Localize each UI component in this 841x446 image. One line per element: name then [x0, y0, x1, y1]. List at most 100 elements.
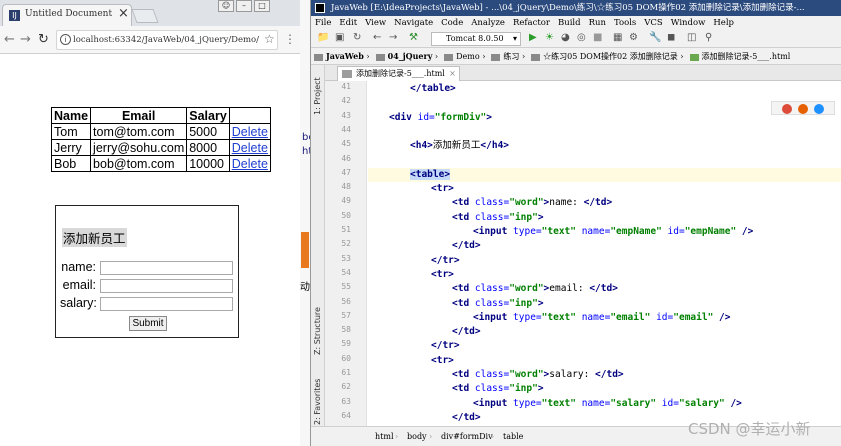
search-icon[interactable]: ⚲ [705, 32, 712, 43]
menu-help[interactable]: Help [709, 16, 738, 28]
wrench-icon[interactable]: 🔧 [649, 32, 661, 43]
table-row: Tom tom@tom.com 5000 Delete [50, 123, 271, 140]
project-tool-tab[interactable]: 1: Project [313, 77, 322, 115]
breadcrumb-item[interactable]: JavaWeb › [311, 48, 373, 61]
delete-link[interactable]: Delete [232, 157, 268, 171]
run-config-label: Tomcat 8.0.50 [446, 34, 504, 43]
code-token: <td [452, 383, 475, 395]
breadcrumb-item[interactable]: Demo › [441, 49, 488, 61]
line-number: 56 [341, 296, 351, 306]
submit-button[interactable]: Submit [129, 316, 167, 331]
menu-build[interactable]: Build [554, 16, 585, 28]
code-token: <input [473, 226, 514, 237]
code-token: <td [452, 211, 475, 223]
sync-icon[interactable]: ↻ [353, 32, 361, 43]
breadcrumb-item[interactable]: 添加删除记录-5___.html [687, 48, 794, 62]
menu-analyze[interactable]: Analyze [467, 16, 509, 28]
line-number: 50 [341, 210, 351, 220]
salary-input[interactable] [100, 297, 233, 311]
code-token: <div [389, 111, 418, 123]
separator-icon: › [491, 432, 495, 441]
favorites-tool-tab[interactable]: 2: Favorites [313, 379, 322, 425]
delete-link[interactable]: Delete [232, 125, 268, 139]
cell-salary: 10000 [186, 155, 230, 172]
project-structure-icon[interactable]: ▦ [613, 32, 622, 43]
delete-link[interactable]: Delete [232, 141, 268, 155]
email-label: email: [62, 278, 96, 292]
firefox-icon[interactable] [798, 104, 808, 114]
code-line: <h4>添加新员工</h4> [368, 139, 509, 153]
line-number: 47 [341, 167, 351, 177]
breadcrumb-item[interactable]: ☆练习05 DOM操作02 添加删除记录 › [528, 48, 686, 62]
menu-code[interactable]: Code [437, 16, 467, 28]
menu-tools[interactable]: Tools [610, 16, 640, 28]
terminal-icon[interactable]: ◫ [687, 32, 696, 43]
code-token: "formDiv" [434, 111, 487, 123]
code-line-content: <td class="word">email: </td> [368, 283, 618, 294]
browser-menu-icon[interactable]: ⋮ [284, 32, 296, 46]
status-path-item[interactable]: table [503, 432, 523, 441]
code-token: "word" [509, 197, 544, 209]
menu-view[interactable]: View [361, 16, 390, 28]
menu-file[interactable]: File [311, 16, 335, 28]
back-icon[interactable]: ← [373, 32, 381, 43]
structure-tool-tab[interactable]: Z: Structure [313, 307, 322, 355]
code-token: id= [417, 111, 435, 123]
address-bar[interactable]: i localhost:63342/JavaWeb/04_jQuery/Demo… [56, 30, 278, 50]
code-token: name= [581, 397, 611, 409]
build-hammer-icon[interactable]: ⚒ [409, 32, 418, 43]
line-number: 60 [341, 353, 351, 363]
back-arrow-icon[interactable]: ← [4, 32, 15, 47]
menu-window[interactable]: Window [667, 16, 710, 28]
line-number: 64 [341, 410, 351, 420]
profile-icon[interactable]: ◎ [577, 32, 586, 43]
line-number: 55 [341, 282, 351, 292]
site-info-icon[interactable]: i [60, 34, 71, 45]
run-config-select[interactable]: Tomcat 8.0.50 ▾ [431, 32, 521, 46]
stop-icon[interactable]: ■ [593, 32, 602, 43]
folder-icon [314, 53, 323, 61]
user-profile-icon[interactable]: ☺ [218, 0, 234, 12]
ie-icon[interactable] [814, 104, 824, 114]
tab-title: Untitled Document [25, 9, 113, 19]
code-token: </tr> [431, 340, 460, 352]
chrome-icon[interactable] [782, 104, 792, 114]
background-logo-shape [301, 232, 309, 268]
browser-tab[interactable]: IJ Untitled Document × [2, 4, 132, 26]
new-tab-button[interactable] [131, 9, 159, 23]
email-input[interactable] [100, 279, 233, 293]
debug-icon[interactable]: ☀ [545, 32, 554, 43]
menu-vcs[interactable]: VCS [640, 16, 666, 28]
breadcrumb-item[interactable]: 04_jQuery › [373, 48, 442, 61]
bookmark-star-icon[interactable]: ☆ [264, 32, 275, 46]
save-icon[interactable]: ▣ [335, 32, 344, 43]
open-folder-icon[interactable]: 📁 [317, 32, 329, 43]
sdk-icon[interactable]: ◼ [667, 32, 675, 43]
minimize-icon[interactable]: – [236, 0, 252, 12]
settings-icon[interactable]: ⚙ [629, 32, 638, 43]
code-line-content: <td class="inp"> [368, 298, 544, 309]
name-input[interactable] [100, 261, 233, 275]
status-path-item[interactable]: html [375, 432, 394, 441]
reload-icon[interactable]: ↻ [38, 32, 49, 47]
status-path-item[interactable]: body [407, 432, 427, 441]
forward-icon[interactable]: → [389, 32, 397, 43]
tab-close-icon[interactable]: × [449, 67, 456, 81]
menu-edit[interactable]: Edit [335, 16, 361, 28]
menu-refactor[interactable]: Refactor [509, 16, 554, 28]
coverage-icon[interactable]: ◕ [561, 32, 570, 43]
menu-navigate[interactable]: Navigate [390, 16, 437, 28]
forward-arrow-icon[interactable]: → [20, 32, 31, 47]
tab-close-icon[interactable]: × [118, 6, 129, 21]
run-icon[interactable]: ▶ [529, 32, 537, 43]
editor-tab[interactable]: 添加删除记录-5___.html × [337, 66, 460, 81]
code-token: class= [474, 211, 510, 223]
code-editor[interactable]: </table> <div id="formDiv"> <h4>添加新员工</h4>… [368, 81, 841, 437]
background-window-strip: bc ht 动 [300, 0, 314, 446]
maximize-icon[interactable]: □ [254, 0, 270, 12]
code-line: <div id="formDiv"> [368, 111, 492, 125]
breadcrumb-item[interactable]: 练习 › [488, 48, 528, 62]
line-number-gutter: 41 42 43 44 45 46 47 48 49 50 51 52 53 54 55 56 57 58 59 60… [325, 81, 367, 434]
status-path-item[interactable]: div#formDiv [441, 432, 493, 441]
menu-run[interactable]: Run [585, 16, 610, 28]
